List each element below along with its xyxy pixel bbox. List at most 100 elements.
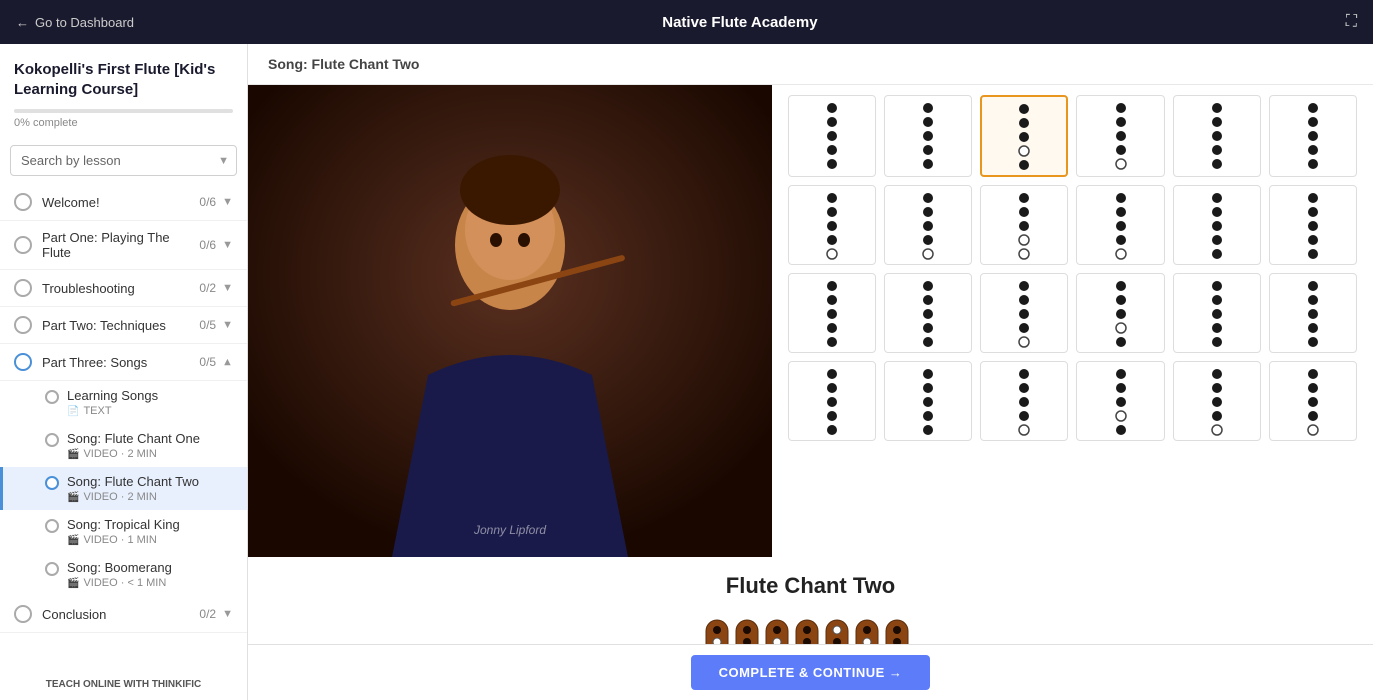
finger-diagram-6 — [1269, 95, 1357, 177]
section-progress-troubleshooting: 0/2 — [199, 281, 216, 295]
lesson-item-chant-two[interactable]: Song: Flute Chant Two 🎬 VIDEO · 2 MIN — [0, 467, 247, 510]
sidebar-item-part-three[interactable]: Part Three: Songs 0/5 ▼ — [0, 344, 247, 381]
finger-diagram-9 — [980, 185, 1068, 265]
finger-diagram-1 — [788, 95, 876, 177]
sidebar-item-part-one[interactable]: Part One: Playing The Flute 0/6 ▼ — [0, 221, 247, 270]
finger-svg-7 — [818, 190, 846, 260]
lesson-title-chant-one: Song: Flute Chant One — [67, 431, 233, 446]
lesson-item-boomerang[interactable]: Song: Boomerang 🎬 VIDEO · < 1 MIN — [0, 553, 247, 596]
section-progress-welcome: 0/6 — [199, 195, 216, 209]
progress-label: 0% complete — [14, 117, 233, 129]
lesson-meta-tropical-king: 🎬 VIDEO · 1 MIN — [67, 534, 233, 546]
section-progress-part-one: 0/6 — [199, 238, 216, 252]
video-credit-name: Jonny Lipford — [474, 523, 546, 537]
main-layout: Kokopelli's First Flute [Kid's Learning … — [0, 44, 1373, 700]
finger-svg-8 — [914, 190, 942, 260]
finger-svg-19 — [818, 366, 846, 436]
lesson-meta-boomerang: 🎬 VIDEO · < 1 MIN — [67, 577, 233, 589]
lesson-item-learning-songs[interactable]: Learning Songs 📄 TEXT — [0, 381, 247, 424]
finger-svg-2 — [914, 100, 942, 170]
lesson-item-chant-one[interactable]: Song: Flute Chant One 🎬 VIDEO · 2 MIN — [0, 424, 247, 467]
video-thumbnail — [248, 85, 772, 557]
finger-svg-18 — [1299, 278, 1327, 348]
lesson-text-chant-two: Song: Flute Chant Two 🎬 VIDEO · 2 MIN — [67, 474, 233, 503]
finger-diagram-22 — [1076, 361, 1164, 441]
chevron-welcome: ▼ — [222, 196, 233, 208]
section-label-conclusion: Conclusion — [42, 607, 199, 622]
finger-svg-24 — [1299, 366, 1327, 436]
complete-continue-button[interactable]: COMPLETE & CONTINUE → — [691, 655, 931, 690]
finger-diagram-14 — [884, 273, 972, 353]
finger-svg-20 — [914, 366, 942, 436]
finger-diagram-23 — [1173, 361, 1261, 441]
sidebar-item-conclusion[interactable]: Conclusion 0/2 ▼ — [0, 596, 247, 633]
video-and-chart: Jonny Lipford — [248, 85, 1373, 557]
finger-diagram-19 — [788, 361, 876, 441]
video-player[interactable]: Jonny Lipford — [248, 85, 772, 557]
sidebar-item-part-two[interactable]: Part Two: Techniques 0/5 ▼ — [0, 307, 247, 344]
section-progress-part-two: 0/5 — [199, 318, 216, 332]
lesson-circle-chant-two — [45, 476, 59, 490]
finger-svg-14 — [914, 278, 942, 348]
lesson-text-chant-one: Song: Flute Chant One 🎬 VIDEO · 2 MIN — [67, 431, 233, 460]
app-title: Native Flute Academy — [134, 14, 1346, 31]
finger-diagram-10 — [1076, 185, 1164, 265]
course-title: Kokopelli's First Flute [Kid's Learning … — [14, 60, 233, 99]
sidebar-item-troubleshooting[interactable]: Troubleshooting 0/2 ▼ — [0, 270, 247, 307]
section-circle-conclusion — [14, 605, 32, 623]
section-label-part-two: Part Two: Techniques — [42, 318, 199, 333]
lesson-title-chant-two: Song: Flute Chant Two — [67, 474, 233, 489]
finger-diagram-12 — [1269, 185, 1357, 265]
finger-diagram-8 — [884, 185, 972, 265]
section-circle-welcome — [14, 193, 32, 211]
sidebar-item-welcome[interactable]: Welcome! 0/6 ▼ — [0, 184, 247, 221]
finger-diagram-18 — [1269, 273, 1357, 353]
section-progress-part-three: 0/5 — [199, 355, 216, 369]
finger-diagram-24 — [1269, 361, 1357, 441]
powered-by: TEACH ONLINE WITH THINKIFIC — [0, 669, 247, 700]
video-icon-tropical-king: 🎬 — [67, 535, 79, 546]
finger-svg-9 — [1010, 190, 1038, 260]
text-doc-icon: 📄 — [67, 406, 79, 417]
section-label-part-three: Part Three: Songs — [42, 355, 199, 370]
complete-button-bar: COMPLETE & CONTINUE → — [248, 644, 1373, 700]
finger-svg-16 — [1107, 278, 1135, 348]
search-box: Search by lesson ▼ — [10, 145, 237, 176]
finger-diagram-17 — [1173, 273, 1261, 353]
lesson-text-tropical-king: Song: Tropical King 🎬 VIDEO · 1 MIN — [67, 517, 233, 546]
lesson-meta-type-chant-two: VIDEO · 2 MIN — [83, 491, 156, 503]
fingering-chart — [772, 85, 1373, 557]
finger-svg-13 — [818, 278, 846, 348]
chevron-part-one: ▼ — [222, 239, 233, 251]
section-label-welcome: Welcome! — [42, 195, 199, 210]
finger-diagram-3-active — [980, 95, 1068, 177]
finger-diagram-5 — [1173, 95, 1261, 177]
lesson-circle-tropical-king — [45, 519, 59, 533]
content-area: Song: Flute Chant Two — [248, 44, 1373, 700]
lesson-title-learning-songs: Learning Songs — [67, 388, 233, 403]
lesson-text-boomerang: Song: Boomerang 🎬 VIDEO · < 1 MIN — [67, 560, 233, 589]
back-button[interactable]: ← Go to Dashboard — [16, 15, 134, 30]
lesson-item-tropical-king[interactable]: Song: Tropical King 🎬 VIDEO · 1 MIN — [0, 510, 247, 553]
finger-svg-10 — [1107, 190, 1135, 260]
topbar: ← Go to Dashboard Native Flute Academy ⛶ — [0, 0, 1373, 44]
section-circle-troubleshooting — [14, 279, 32, 297]
course-header: Kokopelli's First Flute [Kid's Learning … — [0, 44, 247, 137]
section-label-troubleshooting: Troubleshooting — [42, 281, 199, 296]
lesson-title-tropical-king: Song: Tropical King — [67, 517, 233, 532]
finger-svg-6 — [1299, 100, 1327, 170]
lesson-circle-boomerang — [45, 562, 59, 576]
finger-diagram-13 — [788, 273, 876, 353]
song-title-display: Flute Chant Two — [268, 573, 1353, 599]
expand-icon[interactable]: ⛶ — [1346, 13, 1357, 31]
chevron-part-two: ▼ — [222, 319, 233, 331]
finger-svg-5 — [1203, 100, 1231, 170]
finger-diagram-7 — [788, 185, 876, 265]
video-watermark: Jonny Lipford — [474, 523, 546, 537]
search-input[interactable]: Search by lesson — [10, 145, 237, 176]
content-header: Song: Flute Chant Two — [248, 44, 1373, 85]
section-progress-conclusion: 0/2 — [199, 607, 216, 621]
lesson-circle-learning-songs — [45, 390, 59, 404]
finger-diagram-2 — [884, 95, 972, 177]
lesson-meta-chant-one: 🎬 VIDEO · 2 MIN — [67, 448, 233, 460]
